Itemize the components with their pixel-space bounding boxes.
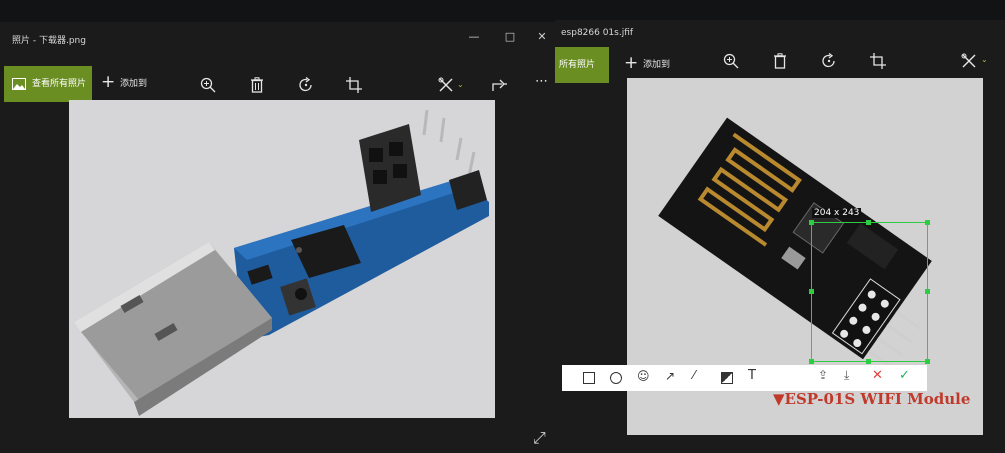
left-photos-window: 照片 - 下载器.png — □ ✕ 查看所有照片 + 添加到 ⌄ ⋯ ⤢ <box>0 22 562 453</box>
left-window-title: 照片 - 下载器.png <box>12 36 86 46</box>
rectangle-tool-icon[interactable] <box>583 372 595 384</box>
plus-icon: + <box>101 72 116 92</box>
selection-handle[interactable] <box>809 220 814 225</box>
selection-size-label: 204 x 243 <box>812 208 862 218</box>
expand-icon[interactable]: ⤢ <box>533 428 546 448</box>
arrow-tool-icon[interactable]: ↗ <box>665 369 675 383</box>
crop-icon[interactable] <box>870 53 886 69</box>
usb-adapter-photo <box>69 100 495 418</box>
edit-create-icon[interactable] <box>438 77 454 93</box>
emoji-tool-icon[interactable]: ☺ <box>637 369 650 383</box>
close-button[interactable]: ✕ <box>531 28 553 46</box>
mosaic-tool-icon[interactable] <box>721 372 733 384</box>
zoom-in-icon[interactable] <box>200 77 216 93</box>
left-toolbar: 查看所有照片 + 添加到 ⌄ ⋯ <box>0 66 562 102</box>
see-all-label: 查看所有照片 <box>32 79 87 89</box>
selection-handle[interactable] <box>809 289 814 294</box>
minimize-button[interactable]: — <box>463 28 485 46</box>
share-icon[interactable] <box>492 77 508 93</box>
edit-create-icon[interactable] <box>961 53 977 69</box>
selection-handle[interactable] <box>809 359 814 364</box>
rotate-icon[interactable] <box>821 53 837 69</box>
right-window-title: esp8266 01s.jfif <box>561 28 634 38</box>
selection-handle[interactable] <box>866 359 871 364</box>
plus-icon: + <box>624 53 639 73</box>
selection-handle[interactable] <box>925 220 930 225</box>
ellipse-tool-icon[interactable] <box>610 372 622 384</box>
add-to-label-right: 添加到 <box>643 60 671 70</box>
add-to-button[interactable]: + 添加到 <box>101 72 161 94</box>
crop-icon[interactable] <box>346 77 362 93</box>
chevron-down-icon[interactable]: ⌄ <box>981 55 988 64</box>
left-title-bar: 照片 - 下载器.png — □ ✕ <box>0 22 562 52</box>
selection-handle[interactable] <box>925 359 930 364</box>
see-all-photos-button[interactable]: 查看所有照片 <box>4 66 92 102</box>
cancel-icon[interactable]: ✕ <box>872 368 883 383</box>
selection-handle[interactable] <box>925 289 930 294</box>
save-tool-icon[interactable]: ⤓ <box>844 368 849 383</box>
crop-selection-box[interactable] <box>809 220 930 364</box>
more-icon[interactable]: ⋯ <box>535 74 548 89</box>
see-all-label-right: 所有照片 <box>559 60 596 70</box>
see-all-photos-button-right[interactable]: 所有照片 <box>555 47 609 83</box>
add-to-label: 添加到 <box>120 79 148 89</box>
pen-tool-icon[interactable]: ⁄ <box>693 368 695 382</box>
photos-icon <box>12 78 26 90</box>
right-title-bar: esp8266 01s.jfif <box>555 20 1005 50</box>
rotate-icon[interactable] <box>298 77 314 93</box>
maximize-button[interactable]: □ <box>499 28 521 46</box>
trash-icon[interactable] <box>250 77 264 93</box>
text-tool-icon[interactable]: T <box>748 368 756 383</box>
photo-caption: ▼ESP-01S WIFI Module <box>773 390 971 408</box>
share-tool-icon[interactable]: ⇪ <box>818 368 828 382</box>
add-to-button-right[interactable]: + 添加到 <box>624 53 684 75</box>
trash-icon[interactable] <box>773 53 787 69</box>
markup-toolbar: ☺ ↗ ⁄ T ⇪ ⤓ ✕ ✓ <box>562 365 927 391</box>
confirm-icon[interactable]: ✓ <box>899 368 910 383</box>
chevron-down-icon[interactable]: ⌄ <box>457 80 464 89</box>
right-photos-window: esp8266 01s.jfif 所有照片 + 添加到 ⌄ 204 x 243 … <box>555 20 1005 453</box>
zoom-in-icon[interactable] <box>723 53 739 69</box>
selection-handle[interactable] <box>866 220 871 225</box>
